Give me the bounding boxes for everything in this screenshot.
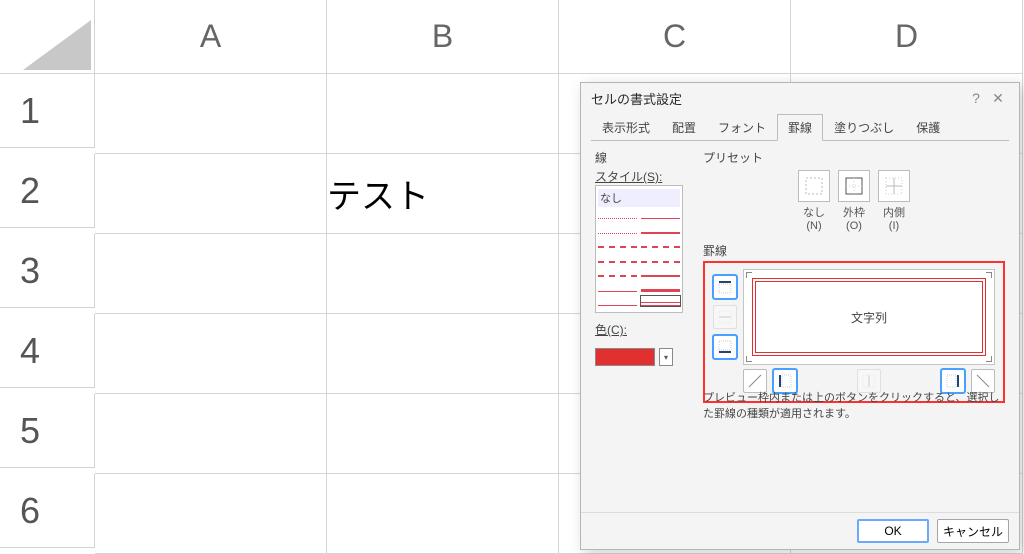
border-top-icon [718, 280, 732, 294]
line-style-list[interactable]: なし [595, 185, 683, 313]
line-group-label: 線 [595, 149, 685, 166]
border-mid-h-icon [718, 310, 732, 324]
tab-border[interactable]: 罫線 [777, 114, 823, 141]
help-icon[interactable]: ? [965, 90, 987, 106]
cell-B2-content: テスト [327, 169, 558, 218]
col-header-C[interactable]: C [559, 0, 791, 74]
style-label: スタイル(S): [595, 168, 685, 185]
border-top-button[interactable] [713, 275, 737, 299]
line-style-thin2[interactable] [598, 282, 637, 292]
border-group-label: 罫線 [703, 242, 1005, 259]
preset-inside-label: 内側(I) [878, 204, 910, 232]
color-label: 色(C): [595, 321, 685, 338]
preset-none-label: なし(N) [798, 204, 830, 232]
line-style-double[interactable] [641, 296, 680, 306]
border-diag-up-icon [748, 374, 762, 388]
line-style-dashdotdot[interactable] [598, 267, 637, 277]
preset-inside-icon [884, 176, 904, 196]
line-style-thick[interactable] [641, 282, 680, 292]
line-style-none[interactable]: なし [598, 189, 680, 207]
dialog-titlebar: セルの書式設定 ? ✕ [581, 83, 1019, 113]
cell-B6[interactable] [327, 474, 559, 554]
cell-B2[interactable]: テスト [327, 154, 559, 234]
line-style-dashed2[interactable] [641, 238, 680, 248]
line-style-dashdot2[interactable] [641, 253, 680, 263]
format-cells-dialog: セルの書式設定 ? ✕ 表示形式 配置 フォント 罫線 塗りつぶし 保護 線 ス… [580, 82, 1020, 550]
cell-A3[interactable] [95, 234, 327, 314]
cancel-button[interactable]: キャンセル [937, 519, 1009, 543]
preset-outline-label: 外枠(O) [838, 204, 870, 232]
preset-inside-button[interactable] [878, 170, 910, 202]
border-left-icon [778, 374, 792, 388]
border-hint-text: プレビュー枠内または上のボタンをクリックすると、選択した罫線の種類が適用されます… [703, 389, 1005, 421]
row-header-1[interactable]: 1 [0, 74, 95, 148]
border-bottom-icon [718, 340, 732, 354]
line-style-thin[interactable] [641, 209, 680, 219]
line-style-dashdot[interactable] [598, 253, 637, 263]
tab-alignment[interactable]: 配置 [661, 114, 707, 141]
line-style-dashed[interactable] [598, 238, 637, 248]
line-style-dotted[interactable] [598, 209, 637, 219]
color-dropdown-icon[interactable]: ▾ [659, 348, 673, 366]
cell-B1[interactable] [327, 74, 559, 154]
col-header-D[interactable]: D [791, 0, 1023, 74]
preset-none-icon [804, 176, 824, 196]
cell-B3[interactable] [327, 234, 559, 314]
border-bottom-button[interactable] [713, 335, 737, 359]
border-diag-down-icon [976, 374, 990, 388]
border-mid-v-icon [862, 374, 876, 388]
border-preview[interactable]: 文字列 [743, 269, 995, 365]
row-header-3[interactable]: 3 [0, 234, 95, 308]
border-middle-horizontal-button[interactable] [713, 305, 737, 329]
cell-A4[interactable] [95, 314, 327, 394]
preset-outline-button[interactable] [838, 170, 870, 202]
line-style-thin3[interactable] [598, 296, 637, 306]
border-area-highlight: 文字列 [703, 261, 1005, 403]
tab-number-format[interactable]: 表示形式 [591, 114, 661, 141]
tab-font[interactable]: フォント [707, 114, 777, 141]
preset-none-button[interactable] [798, 170, 830, 202]
row-header-6[interactable]: 6 [0, 474, 95, 548]
row-header-4[interactable]: 4 [0, 314, 95, 388]
cell-A1[interactable] [95, 74, 327, 154]
row-header-5[interactable]: 5 [0, 394, 95, 468]
cell-B4[interactable] [327, 314, 559, 394]
row-header-2[interactable]: 2 [0, 154, 95, 228]
cell-A6[interactable] [95, 474, 327, 554]
ok-button[interactable]: OK [857, 519, 929, 543]
cell-B5[interactable] [327, 394, 559, 474]
color-swatch[interactable] [595, 348, 655, 366]
tab-protection[interactable]: 保護 [905, 114, 951, 141]
preset-group-label: プリセット [703, 149, 1005, 166]
select-all-corner[interactable] [0, 0, 95, 74]
tab-fill[interactable]: 塗りつぶし [823, 114, 905, 141]
preset-outline-icon [844, 176, 864, 196]
line-style-medium[interactable] [641, 224, 680, 234]
cell-A2[interactable] [95, 154, 327, 234]
border-right-icon [946, 374, 960, 388]
col-header-B[interactable]: B [327, 0, 559, 74]
line-style-medium2[interactable] [641, 267, 680, 277]
col-header-A[interactable]: A [95, 0, 327, 74]
dialog-tabs: 表示形式 配置 フォント 罫線 塗りつぶし 保護 [591, 113, 1009, 141]
dialog-title: セルの書式設定 [591, 89, 682, 108]
close-icon[interactable]: ✕ [987, 90, 1009, 107]
cell-A5[interactable] [95, 394, 327, 474]
line-style-dotted2[interactable] [598, 224, 637, 234]
